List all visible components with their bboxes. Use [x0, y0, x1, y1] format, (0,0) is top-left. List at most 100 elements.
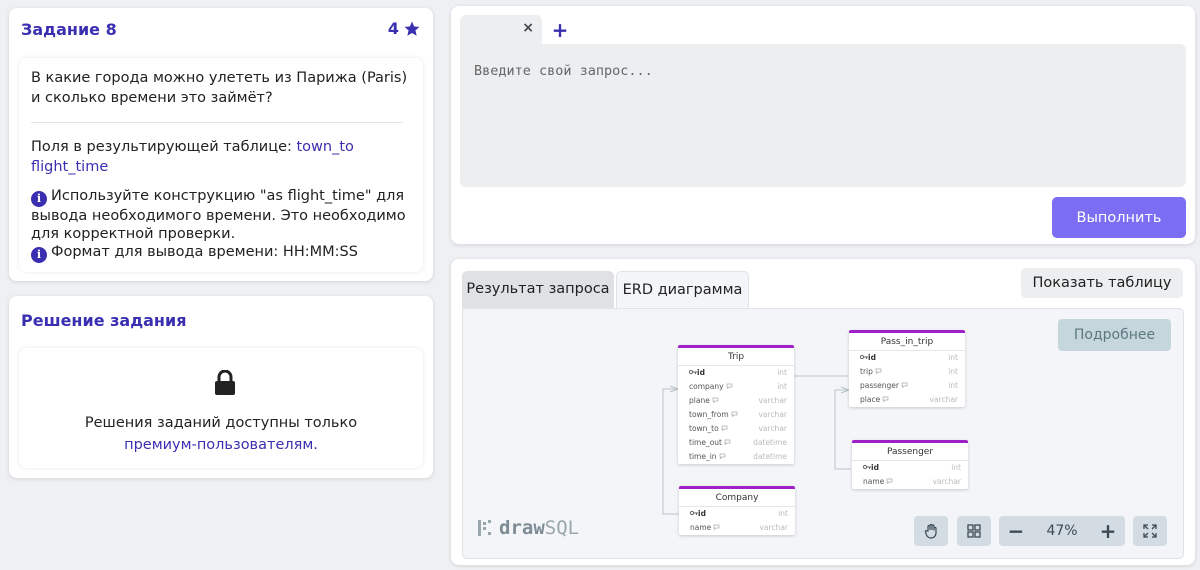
erd-column-name: time_in: [689, 450, 726, 464]
erd-column-name: plane: [689, 394, 719, 408]
erd-column-name: town_to: [689, 422, 728, 436]
logo-sql: SQL: [544, 517, 580, 539]
result-fields: Поля в результирующей таблице: town_to f…: [31, 137, 411, 177]
erd-column-row: id int: [852, 461, 968, 475]
erd-column-label: name: [690, 523, 712, 532]
result-card: Результат запроса ERD диаграмма Показать…: [451, 259, 1195, 565]
zoom-plus-icon[interactable]: +: [1097, 519, 1119, 543]
erd-column-label: id: [871, 463, 879, 472]
info-icon: i: [31, 247, 47, 263]
erd-column-name: id: [860, 351, 876, 365]
solution-text: Решения заданий доступны только премиум-…: [19, 412, 423, 456]
erd-column-row: id int: [849, 351, 965, 365]
erd-column-type: varchar: [758, 410, 787, 419]
erd-column-type: int: [948, 367, 958, 376]
close-icon[interactable]: ×: [522, 20, 534, 36]
hand-icon: [924, 523, 937, 539]
erd-column-type: int: [777, 368, 787, 377]
erd-column-type: datetime: [753, 438, 787, 447]
erd-column-row: town_to varchar: [678, 422, 794, 436]
erd-column-type: int: [778, 509, 788, 518]
drawsql-logo: drawSQL: [477, 517, 579, 539]
run-button[interactable]: Выполнить: [1052, 197, 1186, 238]
solution-title: Решение задания: [21, 311, 187, 330]
erd-column-row: name varchar: [852, 475, 968, 489]
key-icon: [689, 369, 697, 375]
erd-column-label: town_to: [689, 424, 719, 433]
erd-column-type: int: [777, 382, 787, 391]
erd-table-company[interactable]: Company id int name varchar: [679, 486, 795, 535]
task-points: 4: [388, 19, 421, 38]
fullscreen-button[interactable]: [1133, 516, 1167, 546]
erd-column-row: town_from varchar: [678, 408, 794, 422]
zoom-control: − 47% +: [999, 516, 1125, 546]
erd-column-label: company: [689, 382, 724, 391]
erd-column-name: place: [860, 393, 889, 407]
comment-icon: [899, 381, 908, 390]
erd-column-row: time_out datetime: [678, 436, 794, 450]
hint-text: Формат для вывода времени: HH:MM:SS: [51, 244, 358, 260]
field-town-to: town_to: [296, 139, 354, 155]
erd-column-label: id: [697, 368, 705, 377]
query-tab[interactable]: ×: [460, 15, 542, 45]
erd-column-label: name: [863, 477, 885, 486]
key-icon: [690, 510, 698, 516]
erd-column-label: id: [868, 353, 876, 362]
erd-table-name: Passenger: [852, 443, 968, 461]
erd-column-label: time_in: [689, 452, 717, 461]
erd-column-name: passenger: [860, 379, 908, 393]
query-tabs: × +: [460, 15, 578, 45]
erd-column-type: varchar: [758, 424, 787, 433]
show-table-button[interactable]: Показать таблицу: [1021, 268, 1183, 298]
erd-column-name: id: [690, 507, 706, 521]
plus-icon[interactable]: +: [542, 15, 578, 45]
erd-table-name: Trip: [678, 348, 794, 366]
tab-erd-diagram[interactable]: ERD диаграмма: [616, 271, 749, 308]
erd-table-pass-in-trip[interactable]: Pass_in_trip id int trip int passenger int pla…: [849, 330, 965, 407]
comment-icon: [717, 452, 726, 461]
comment-icon: [722, 438, 731, 447]
grid-button[interactable]: [957, 516, 991, 546]
erd-column-row: name varchar: [679, 521, 795, 535]
query-card: × + Выполнить: [451, 6, 1195, 244]
erd-column-name: id: [863, 461, 879, 475]
erd-canvas[interactable]: Подробнее Trip id int company int plane varch…: [462, 308, 1184, 559]
fields-label: Поля в результирующей таблице:: [31, 139, 292, 155]
star-icon: [404, 21, 420, 36]
erd-column-label: id: [698, 509, 706, 518]
query-input[interactable]: [460, 44, 1186, 187]
erd-table-name: Company: [679, 489, 795, 507]
erd-column-row: id int: [679, 507, 795, 521]
erd-column-name: time_out: [689, 436, 731, 450]
erd-table-name: Pass_in_trip: [849, 333, 965, 351]
erd-column-label: place: [860, 395, 881, 404]
logo-draw: draw: [499, 517, 545, 539]
solution-locked-panel: Решения заданий доступны только премиум-…: [19, 348, 423, 468]
comment-icon: [711, 523, 720, 532]
erd-column-row: place varchar: [849, 393, 965, 407]
info-icon: i: [31, 191, 47, 207]
hint-2: i Формат для вывода времени: HH:MM:SS: [31, 243, 411, 263]
pan-button[interactable]: [914, 516, 948, 546]
fullscreen-icon: [1143, 524, 1157, 538]
erd-column-type: datetime: [753, 452, 787, 461]
zoom-level: 47%: [1046, 523, 1078, 539]
erd-column-row: company int: [678, 380, 794, 394]
minus-icon[interactable]: −: [1005, 519, 1027, 543]
erd-column-name: id: [689, 366, 705, 380]
erd-column-name: name: [690, 521, 720, 535]
erd-table-trip[interactable]: Trip id int company int plane varchar town_fro…: [678, 345, 794, 464]
divider: [31, 122, 403, 123]
solution-message: Решения заданий доступны только: [84, 415, 358, 431]
erd-column-row: plane varchar: [678, 394, 794, 408]
key-icon: [860, 354, 868, 360]
erd-column-name: company: [689, 380, 733, 394]
erd-column-type: varchar: [758, 396, 787, 405]
erd-column-row: trip int: [849, 365, 965, 379]
tab-query-result[interactable]: Результат запроса: [462, 271, 614, 308]
erd-column-name: trip: [860, 365, 882, 379]
task-description: В какие города можно улететь из Парижа (…: [19, 58, 423, 272]
erd-column-type: varchar: [932, 477, 961, 486]
erd-table-passenger[interactable]: Passenger id int name varchar: [852, 440, 968, 489]
premium-link[interactable]: премиум-пользователям.: [19, 434, 423, 456]
